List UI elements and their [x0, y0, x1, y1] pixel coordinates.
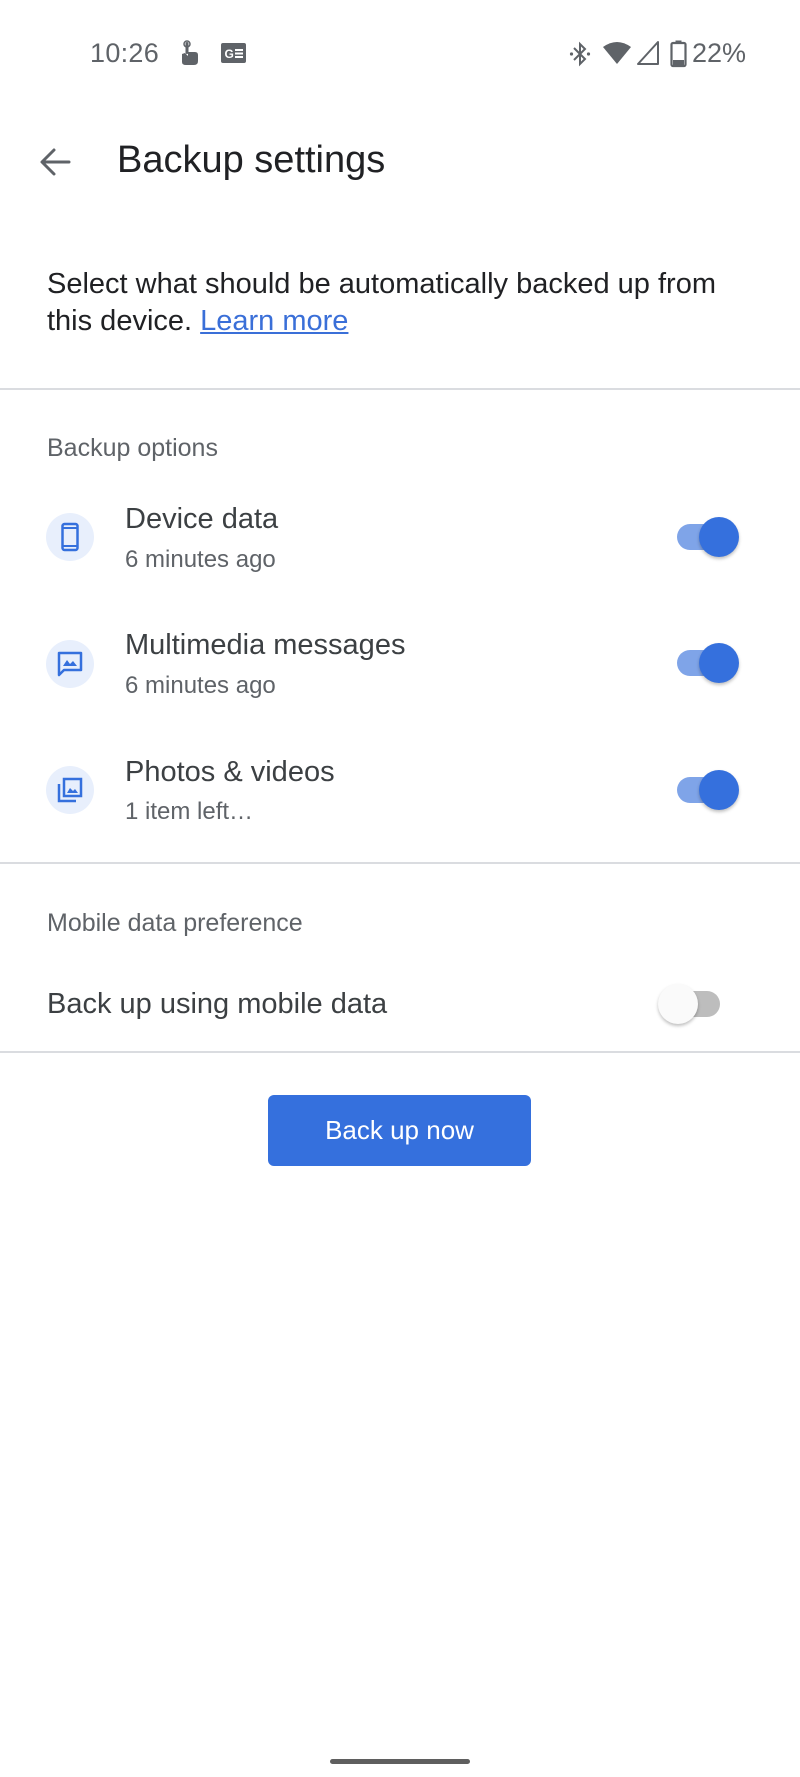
status-time: 10:26 [90, 38, 160, 68]
touch-gesture-icon [178, 40, 200, 71]
section-label-backup-options: Backup options [47, 434, 218, 462]
toggle-thumb [658, 984, 698, 1024]
smartphone-icon [46, 513, 94, 561]
option-subtitle: 1 item left… [125, 798, 254, 825]
description: Select what should be automatically back… [47, 266, 747, 340]
option-title: Photos & videos [125, 756, 335, 788]
back-up-now-button[interactable]: Back up now [268, 1095, 531, 1166]
option-subtitle: 6 minutes ago [125, 672, 276, 699]
photos-videos-toggle[interactable] [677, 770, 739, 810]
google-news-icon: G [221, 43, 246, 68]
arrow-back-icon [40, 148, 71, 176]
photo-library-icon [46, 766, 94, 814]
bluetooth-icon [569, 40, 591, 73]
option-subtitle: 6 minutes ago [125, 546, 276, 573]
divider [0, 1051, 800, 1053]
svg-text:G: G [225, 47, 234, 61]
mms-icon [46, 640, 94, 688]
learn-more-link[interactable]: Learn more [200, 305, 348, 337]
option-title: Multimedia messages [125, 629, 406, 661]
divider [0, 862, 800, 864]
page-title: Backup settings [117, 139, 386, 181]
home-indicator[interactable] [330, 1759, 470, 1764]
battery-icon [670, 40, 687, 73]
toggle-thumb [699, 643, 739, 683]
multimedia-messages-toggle[interactable] [677, 643, 739, 683]
option-title: Device data [125, 503, 279, 535]
toggle-thumb [699, 770, 739, 810]
wifi-icon [602, 40, 632, 71]
toggle-thumb [699, 517, 739, 557]
mobile-data-label: Back up using mobile data [47, 988, 388, 1020]
divider [0, 388, 800, 390]
description-text: Select what should be automatically back… [47, 268, 716, 337]
cell-signal-icon [636, 40, 660, 71]
back-button[interactable] [30, 137, 80, 187]
battery-percent: 22% [692, 38, 747, 68]
section-label-mobile-data: Mobile data preference [47, 909, 303, 937]
mobile-data-toggle[interactable] [658, 984, 720, 1024]
device-data-toggle[interactable] [677, 517, 739, 557]
